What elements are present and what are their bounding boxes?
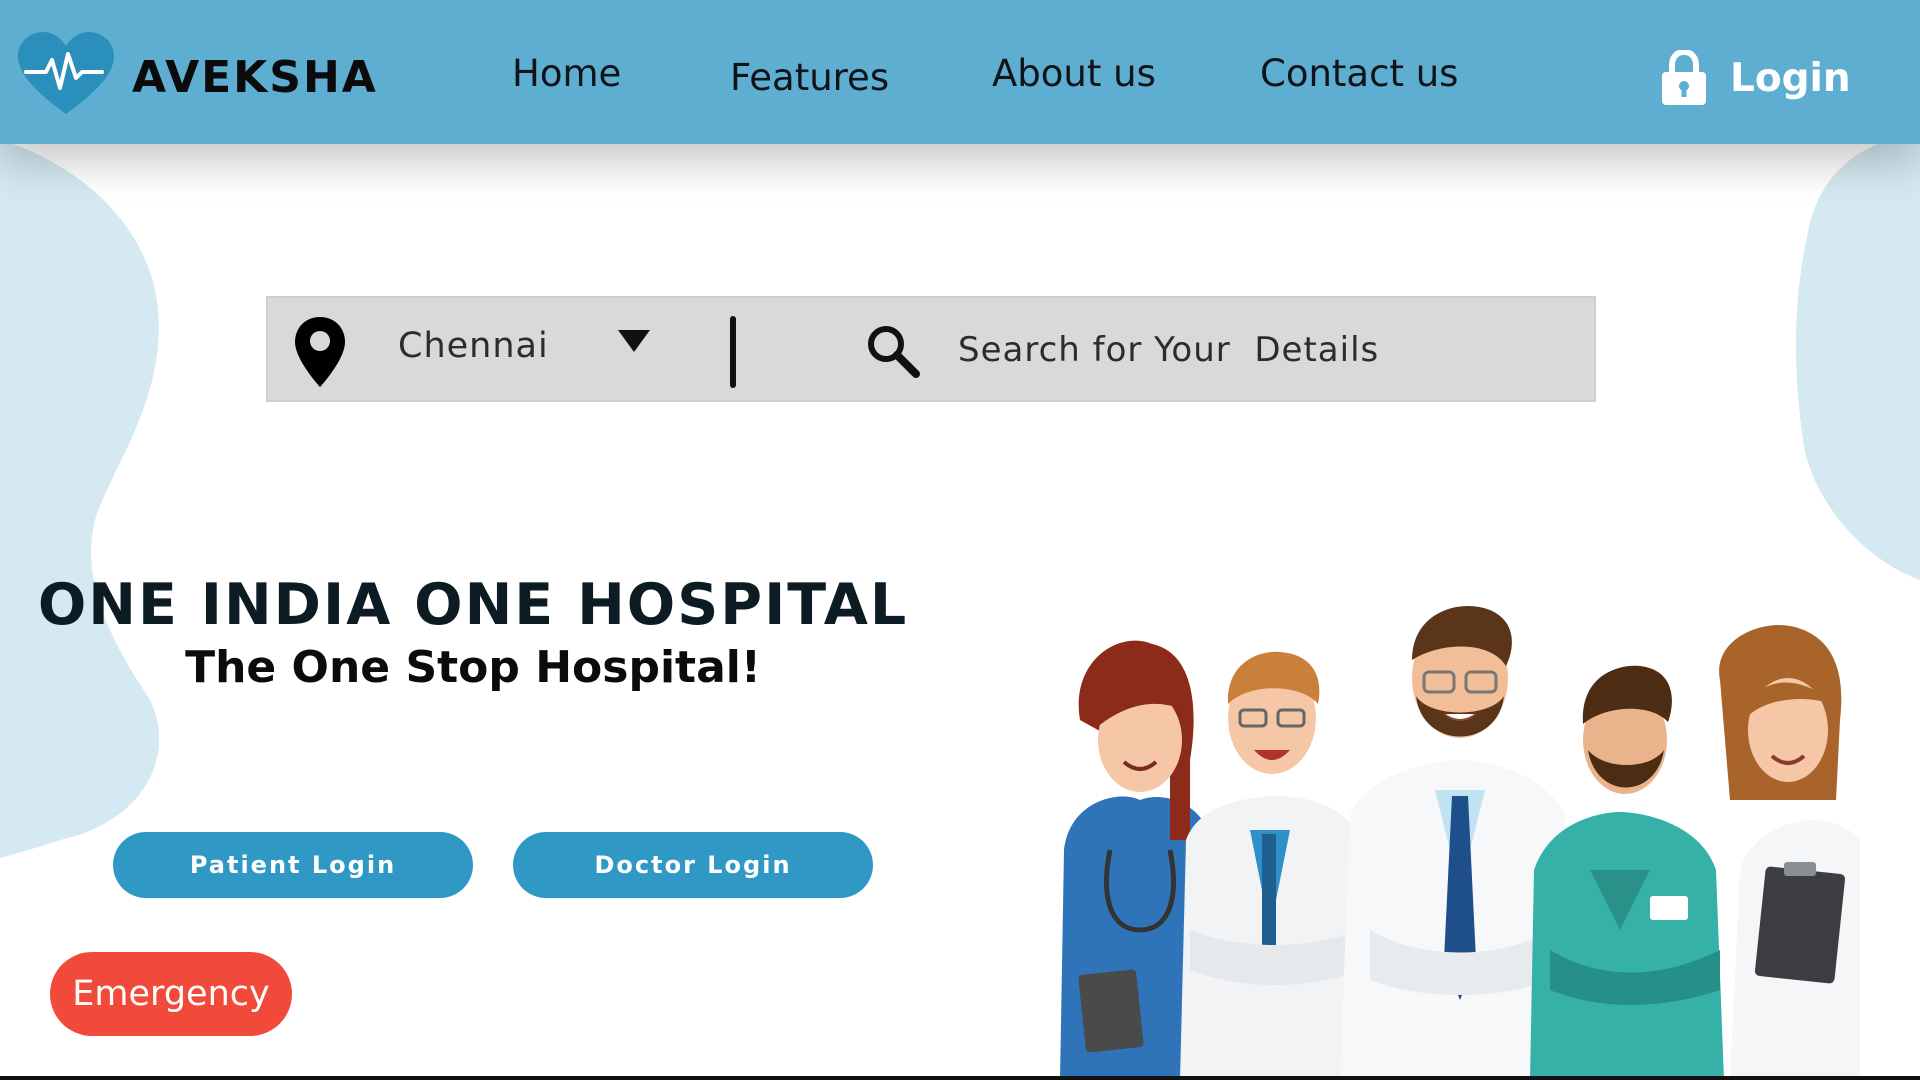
top-navbar: AVEKSHA Home Features About us Contact u… [0, 0, 1920, 144]
hero-subtitle: The One Stop Hospital! [185, 642, 761, 693]
search-input[interactable] [958, 320, 1558, 380]
lock-icon [1662, 50, 1706, 105]
doctor-figure [1719, 624, 1860, 1080]
nav-about-us[interactable]: About us [992, 52, 1156, 95]
magnifier-icon[interactable] [864, 322, 922, 380]
patient-login-button[interactable]: Patient Login [113, 832, 473, 898]
medical-team-illustration [1060, 605, 1860, 1080]
nav-home[interactable]: Home [512, 52, 621, 95]
search-bar: Chennai [266, 296, 1596, 402]
bottom-border [0, 1076, 1920, 1080]
nav-features[interactable]: Features [730, 56, 889, 99]
heart-pulse-icon[interactable] [16, 30, 116, 116]
doctor-figure [1530, 665, 1724, 1080]
location-pin-icon[interactable] [292, 315, 348, 389]
city-select[interactable]: Chennai [398, 326, 549, 366]
caret-down-icon[interactable] [616, 328, 652, 354]
emergency-button[interactable]: Emergency [50, 952, 292, 1036]
right-background-blob [1795, 132, 1920, 580]
doctor-login-button[interactable]: Doctor Login [513, 832, 873, 898]
left-background-blob [0, 140, 160, 858]
login-label: Login [1730, 55, 1851, 101]
brand-name[interactable]: AVEKSHA [132, 52, 378, 103]
doctor-figure [1180, 651, 1370, 1080]
search-divider [730, 316, 736, 388]
nav-contact-us[interactable]: Contact us [1260, 52, 1458, 95]
hero-title: ONE INDIA ONE HOSPITAL [37, 572, 909, 638]
login-button[interactable]: Login [1660, 48, 1851, 108]
